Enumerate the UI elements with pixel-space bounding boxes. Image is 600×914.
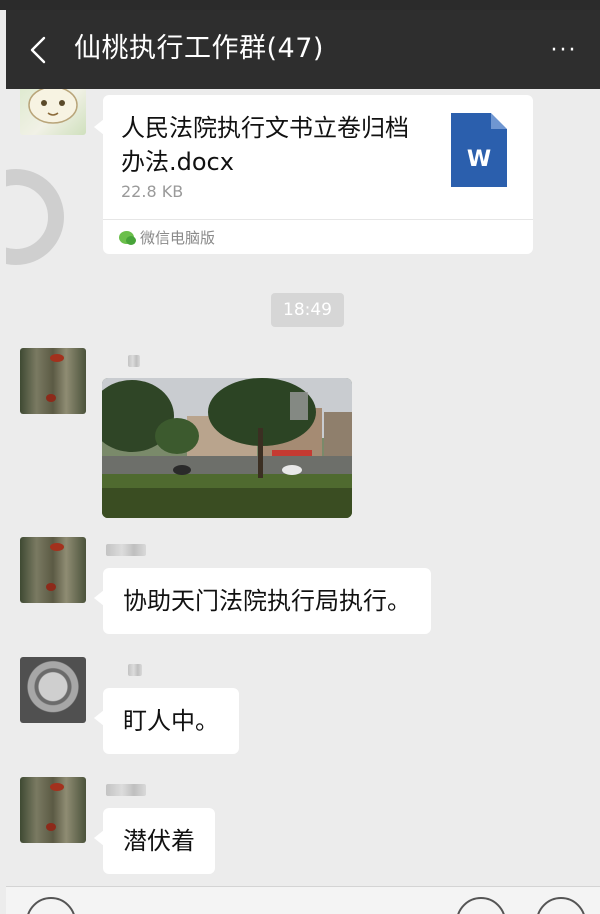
street-photo: [102, 378, 352, 518]
sender-name-blurred: [128, 355, 140, 367]
sender-name-blurred: [128, 664, 142, 676]
back-button[interactable]: [22, 32, 58, 68]
sender-name-blurred: [106, 544, 146, 556]
avatar[interactable]: [20, 657, 86, 723]
file-name: 人民法院执行文书立卷归档办法.docx: [121, 114, 409, 176]
status-bar: [0, 0, 600, 10]
message-bubble[interactable]: 协助天门法院执行局执行。: [94, 568, 431, 634]
file-size: 22.8 KB: [121, 182, 184, 201]
image-message[interactable]: [102, 378, 352, 518]
avatar[interactable]: [20, 537, 86, 603]
chat-header: 仙桃执行工作群(47) ···: [6, 10, 600, 89]
avatar[interactable]: [20, 348, 86, 414]
emoji-button[interactable]: [456, 897, 506, 914]
avatar[interactable]: [20, 89, 86, 135]
file-message[interactable]: 人民法院执行文书立卷归档办法.docx 22.8 KB W 微信电脑版: [94, 95, 533, 254]
message-bubble[interactable]: 潜伏着: [94, 808, 215, 874]
file-source-label: 微信电脑版: [140, 228, 216, 247]
message-text: 盯人中。: [123, 707, 219, 735]
more-plus-button[interactable]: [536, 897, 586, 914]
chat-title: 仙桃执行工作群(47): [74, 33, 324, 64]
sender-name-blurred: [106, 784, 146, 796]
loading-spinner: [6, 169, 64, 265]
file-source: 微信电脑版: [119, 227, 215, 247]
divider: [103, 219, 533, 220]
input-toolbar: [6, 886, 600, 914]
more-options-button[interactable]: ···: [546, 36, 582, 66]
cat-avatar-icon: [28, 89, 78, 124]
avatar[interactable]: [20, 777, 86, 843]
voice-input-button[interactable]: [26, 897, 76, 914]
wechat-icon: [119, 230, 136, 245]
word-letter: W: [466, 147, 492, 172]
message-bubble[interactable]: 盯人中。: [94, 688, 239, 754]
message-timestamp: 18:49: [271, 293, 344, 327]
message-text: 潜伏着: [123, 827, 195, 855]
message-text: 协助天门法院执行局执行。: [123, 587, 411, 615]
chevron-left-icon: [30, 36, 46, 64]
message-list[interactable]: 人民法院执行文书立卷归档办法.docx 22.8 KB W 微信电脑版 18:4…: [6, 89, 600, 886]
word-document-icon: W: [451, 113, 507, 187]
